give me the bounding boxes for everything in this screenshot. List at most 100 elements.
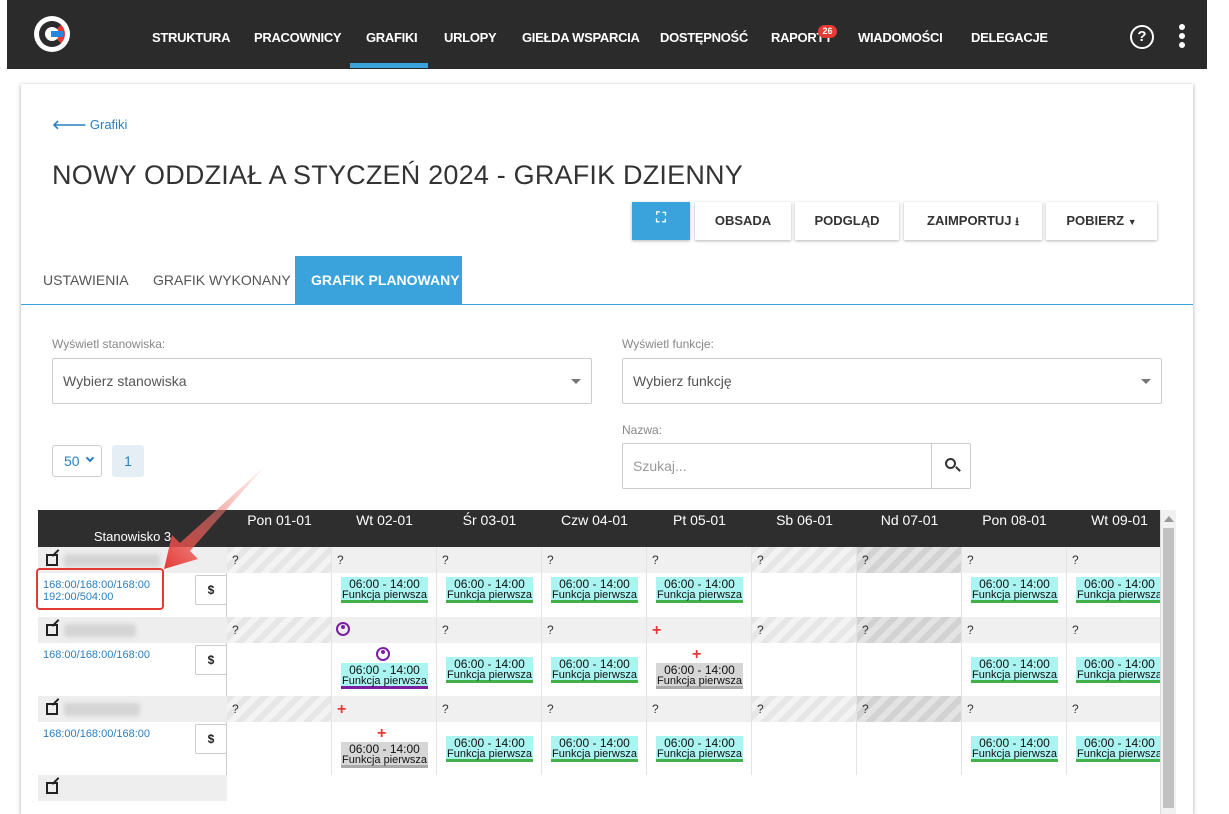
day-cell-status[interactable]: ? xyxy=(437,696,542,722)
day-cell[interactable] xyxy=(752,643,857,696)
nav-grafiki[interactable]: GRAFIKI xyxy=(366,30,418,45)
day-cell-status[interactable]: ? xyxy=(542,696,647,722)
day-cell[interactable]: 06:00 - 14:00 Funkcja pierwsza xyxy=(437,643,542,696)
day-cell-status[interactable]: + xyxy=(647,617,752,643)
day-cell-status[interactable]: ? xyxy=(227,617,332,643)
day-cell-status[interactable]: ? xyxy=(332,547,437,573)
day-cell[interactable]: 06:00 - 14:00 Funkcja pierwsza xyxy=(542,573,647,617)
day-cell-status[interactable]: ? xyxy=(1067,547,1172,573)
plus-icon[interactable]: + xyxy=(652,623,661,639)
page-button[interactable]: 1 xyxy=(112,445,144,477)
day-cell[interactable]: 06:00 - 14:00 Funkcja pierwsza xyxy=(962,643,1067,696)
grid-scrollbar[interactable] xyxy=(1160,510,1176,814)
day-cell-status[interactable]: ? xyxy=(437,617,542,643)
day-cell-status[interactable]: + xyxy=(332,696,437,722)
shift-block[interactable]: 06:00 - 14:00 Funkcja pierwsza xyxy=(446,577,533,603)
help-icon[interactable]: ? xyxy=(1130,25,1154,49)
day-cell-status[interactable]: ? xyxy=(857,547,962,573)
day-cell-status[interactable]: ? xyxy=(227,696,332,722)
day-cell-status[interactable]: ? xyxy=(857,617,962,643)
salary-button[interactable]: $ xyxy=(195,575,227,605)
fullscreen-button[interactable]: ⛶ xyxy=(632,202,690,240)
day-cell[interactable]: 06:00 - 14:00 Funkcja pierwsza xyxy=(962,722,1067,775)
shift-block[interactable]: 06:00 - 14:00 Funkcja pierwsza xyxy=(551,657,638,683)
shift-block[interactable]: 06:00 - 14:00 Funkcja pierwsza xyxy=(341,577,428,603)
day-cell[interactable]: 06:00 - 14:00 Funkcja pierwsza xyxy=(542,643,647,696)
shift-block[interactable]: 06:00 - 14:00 Funkcja pierwsza xyxy=(551,736,638,762)
salary-button[interactable]: $ xyxy=(195,724,227,754)
nav-dostepnosc[interactable]: DOSTĘPNOŚĆ xyxy=(660,30,748,45)
day-cell-status[interactable]: ? xyxy=(752,547,857,573)
day-cell-status[interactable]: ? xyxy=(752,696,857,722)
back-link[interactable]: 🡐 Grafiki xyxy=(52,117,127,133)
day-cell[interactable]: 06:00 - 14:00 Funkcja pierwsza xyxy=(332,643,437,696)
stanowiska-select[interactable]: Wybierz stanowiska xyxy=(52,358,592,404)
nav-pracownicy[interactable]: PRACOWNICY xyxy=(254,30,342,45)
nav-urlopy[interactable]: URLOPY xyxy=(444,30,497,45)
day-cell-status[interactable]: ? xyxy=(542,547,647,573)
day-cell[interactable] xyxy=(227,722,332,775)
external-link-icon[interactable] xyxy=(46,703,58,715)
day-cell-status[interactable]: ? xyxy=(752,617,857,643)
day-cell[interactable]: 06:00 - 14:00 Funkcja pierwsza xyxy=(962,573,1067,617)
nav-struktura[interactable]: STRUKTURA xyxy=(152,30,230,45)
search-input[interactable]: Szukaj... xyxy=(622,443,932,489)
shift-block[interactable]: 06:00 - 14:00 Funkcja pierwsza xyxy=(446,736,533,762)
day-cell[interactable]: 06:00 - 14:00 Funkcja pierwsza xyxy=(437,573,542,617)
day-cell[interactable] xyxy=(857,643,962,696)
nav-delegacje[interactable]: DELEGACJE xyxy=(971,30,1048,45)
external-link-icon[interactable] xyxy=(46,554,58,566)
shift-block[interactable]: 06:00 - 14:00 Funkcja pierwsza xyxy=(1076,577,1163,603)
person-icon[interactable] xyxy=(336,622,350,636)
day-cell[interactable]: 06:00 - 14:00 Funkcja pierwsza xyxy=(1067,722,1172,775)
day-cell[interactable]: 06:00 - 14:00 Funkcja pierwsza xyxy=(542,722,647,775)
page-size-select[interactable]: 50 xyxy=(52,445,102,477)
day-cell-status[interactable]: ? xyxy=(857,696,962,722)
shift-block[interactable]: 06:00 - 14:00 Funkcja pierwsza xyxy=(341,663,428,689)
more-menu-icon[interactable] xyxy=(1177,24,1187,50)
external-link-icon[interactable] xyxy=(46,624,58,636)
day-cell-status[interactable]: ? xyxy=(1067,696,1172,722)
day-cell[interactable]: 06:00 - 14:00 Funkcja pierwsza xyxy=(1067,573,1172,617)
shift-block[interactable]: 06:00 - 14:00 Funkcja pierwsza xyxy=(446,657,533,683)
day-cell[interactable]: 06:00 - 14:00 Funkcja pierwsza xyxy=(1067,643,1172,696)
plus-icon[interactable]: + xyxy=(692,647,701,663)
day-cell-status[interactable]: ? xyxy=(437,547,542,573)
external-link-icon[interactable] xyxy=(46,782,58,794)
day-cell[interactable]: 06:00 - 14:00 Funkcja pierwsza xyxy=(647,722,752,775)
day-cell[interactable]: 06:00 - 14:00 Funkcja pierwsza xyxy=(332,573,437,617)
day-cell-status[interactable] xyxy=(332,617,437,643)
search-button[interactable] xyxy=(931,443,971,489)
day-cell[interactable] xyxy=(857,722,962,775)
tab-grafik-wykonany[interactable]: GRAFIK WYKONANY xyxy=(137,256,307,304)
shift-block[interactable]: 06:00 - 14:00 Funkcja pierwsza xyxy=(971,736,1058,762)
shift-block[interactable]: 06:00 - 14:00 Funkcja pierwsza xyxy=(971,657,1058,683)
nav-gielda-wsparcia[interactable]: GIEŁDA WSPARCIA xyxy=(522,30,640,45)
person-icon[interactable] xyxy=(376,647,390,661)
funkcje-select[interactable]: Wybierz funkcję xyxy=(622,358,1162,404)
day-cell-status[interactable]: ? xyxy=(962,547,1067,573)
day-cell-status[interactable]: ? xyxy=(647,696,752,722)
podglad-button[interactable]: PODGLĄD xyxy=(795,202,899,240)
app-logo[interactable] xyxy=(34,16,70,52)
day-cell-status[interactable]: ? xyxy=(1067,617,1172,643)
tab-grafik-planowany[interactable]: GRAFIK PLANOWANY xyxy=(295,256,462,304)
shift-block[interactable]: 06:00 - 14:00 Funkcja pierwsza xyxy=(341,742,428,768)
day-cell[interactable] xyxy=(857,573,962,617)
salary-button[interactable]: $ xyxy=(195,645,227,675)
nav-wiadomosci[interactable]: WIADOMOŚCI xyxy=(858,30,943,45)
tab-ustawienia[interactable]: USTAWIENIA xyxy=(27,256,145,304)
shift-block[interactable]: 06:00 - 14:00 Funkcja pierwsza xyxy=(656,736,743,762)
day-cell-status[interactable]: ? xyxy=(962,617,1067,643)
shift-block[interactable]: 06:00 - 14:00 Funkcja pierwsza xyxy=(656,577,743,603)
day-cell[interactable]: 06:00 - 14:00 Funkcja pierwsza xyxy=(437,722,542,775)
zaimportuj-button[interactable]: ZAIMPORTUJ ⭳ xyxy=(904,202,1042,240)
day-cell[interactable] xyxy=(227,573,332,617)
shift-block[interactable]: 06:00 - 14:00 Funkcja pierwsza xyxy=(1076,736,1163,762)
shift-block[interactable]: 06:00 - 14:00 Funkcja pierwsza xyxy=(971,577,1058,603)
day-cell[interactable] xyxy=(752,573,857,617)
obsada-button[interactable]: OBSADA xyxy=(695,202,791,240)
pobierz-button[interactable]: POBIERZ ▼ xyxy=(1046,202,1157,240)
plus-icon[interactable]: + xyxy=(377,726,386,742)
day-cell-status[interactable]: ? xyxy=(962,696,1067,722)
